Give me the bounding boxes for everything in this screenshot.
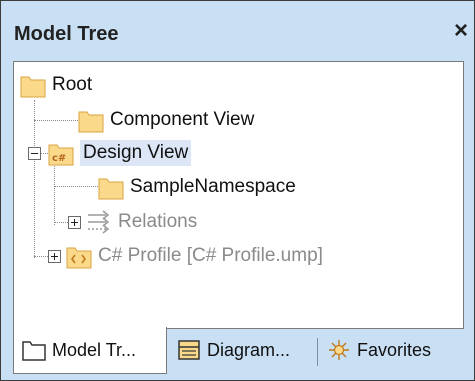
tab-label: Model Tr...: [52, 339, 137, 360]
tree-node-sample-namespace[interactable]: SampleNamespace: [98, 172, 296, 202]
folder-icon: [22, 339, 46, 361]
tree-node-root[interactable]: Root: [20, 70, 92, 100]
tree-node-design-view[interactable]: c# Design View: [48, 138, 192, 168]
tree-node-label: Design View: [80, 140, 192, 166]
tree-node-csharp-profile[interactable]: C# Profile [C# Profile.ump]: [66, 241, 323, 271]
tree-node-label: C# Profile [C# Profile.ump]: [98, 245, 323, 266]
expand-toggle-icon[interactable]: [48, 250, 61, 263]
folder-icon: [20, 72, 46, 98]
folder-icon: [78, 107, 104, 133]
tree-node-label: Component View: [110, 109, 255, 130]
tree-node-relations[interactable]: Relations: [86, 207, 197, 237]
model-tree-panel: Model Tree × Root Component View c# Desi…: [0, 0, 475, 381]
collapse-toggle-icon[interactable]: [28, 147, 41, 160]
tree-node-component-view[interactable]: Component View: [78, 105, 254, 135]
tree-node-label: SampleNamespace: [130, 176, 296, 197]
tab-diagram-tree[interactable]: Diagram...: [169, 328, 315, 372]
tree-connector: [34, 100, 35, 258]
panel-titlebar: Model Tree ×: [1, 1, 474, 61]
tree-node-label: Root: [52, 74, 93, 95]
expand-toggle-icon[interactable]: [68, 216, 81, 229]
panel-title: Model Tree: [14, 23, 119, 45]
tab-divider: [317, 338, 318, 366]
csharp-namespace-folder-icon: c#: [48, 140, 74, 166]
tab-label: Favorites: [357, 339, 432, 360]
folder-icon: [98, 174, 124, 200]
tree-view[interactable]: Root Component View c# Design View Sampl…: [13, 61, 464, 329]
relations-icon: [86, 209, 112, 235]
svg-text:c#: c#: [52, 153, 66, 164]
tab-label: Diagram...: [207, 339, 291, 360]
tab-favorites[interactable]: Favorites: [319, 328, 462, 372]
tree-connector: [34, 256, 48, 257]
panel-tab-bar: Model Tr... Diagram... Favorites: [13, 327, 462, 380]
tab-model-tree[interactable]: Model Tr...: [13, 327, 167, 374]
tree-connector: [54, 222, 68, 223]
tree-node-label: Relations: [118, 211, 198, 232]
diagram-tree-icon: [177, 339, 201, 361]
profile-folder-icon: [66, 243, 92, 269]
close-icon[interactable]: ×: [454, 19, 468, 43]
favorites-icon: [327, 339, 351, 361]
tree-connector: [54, 159, 55, 225]
